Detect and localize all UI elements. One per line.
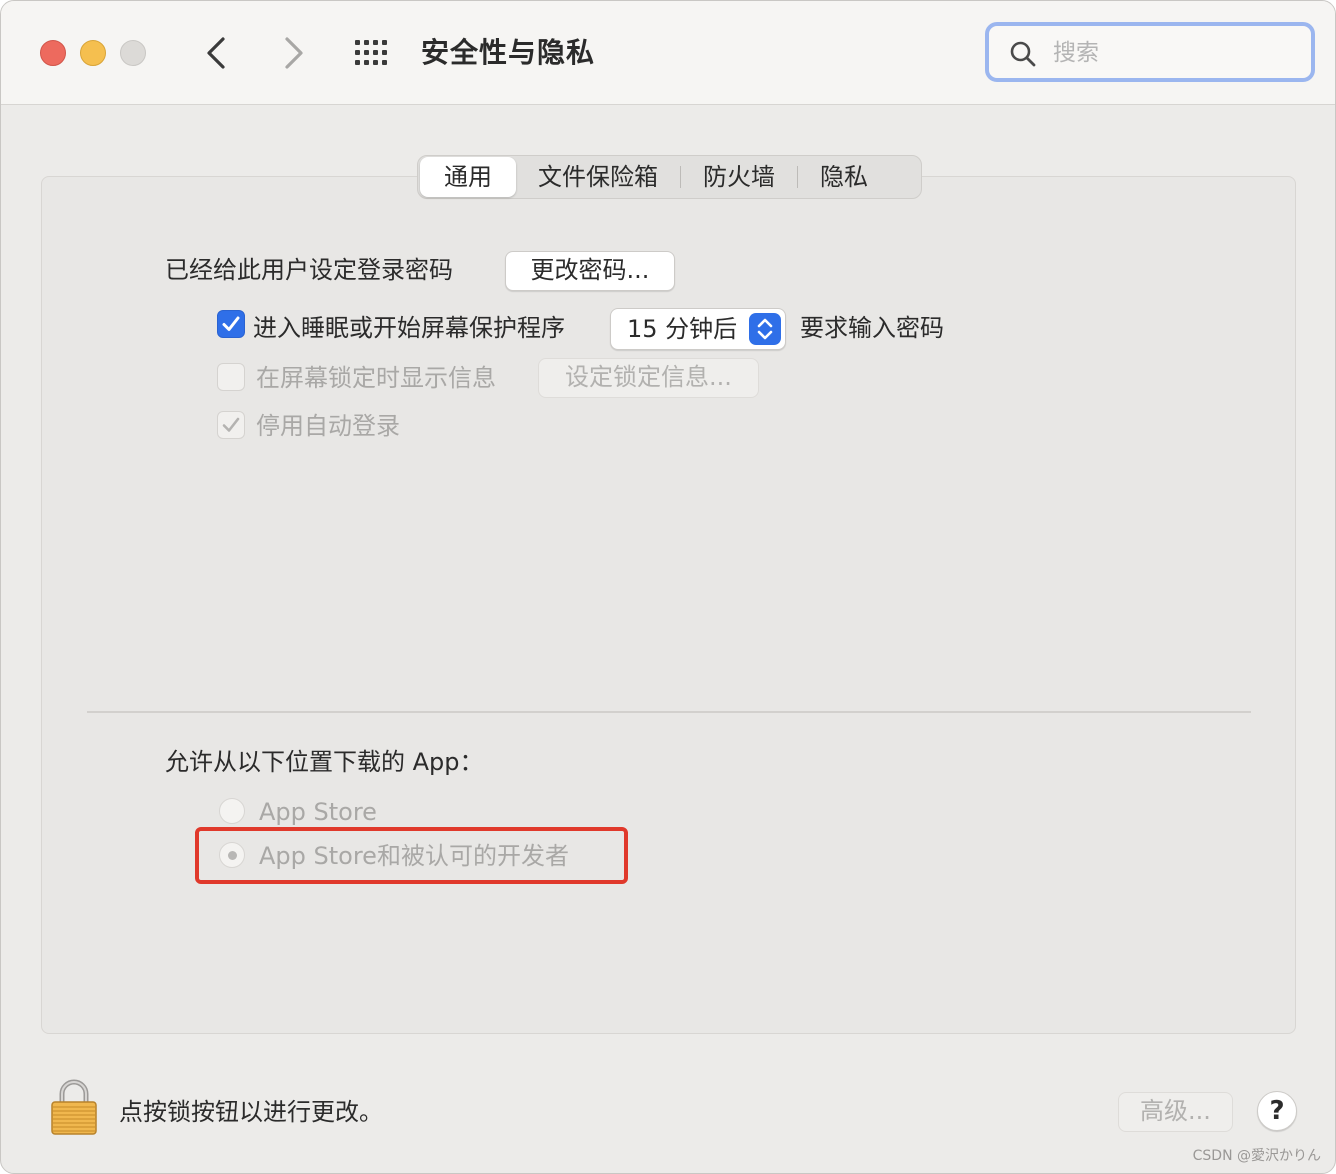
- require-password-suffix: 要求输入密码: [800, 314, 944, 342]
- search-field[interactable]: [985, 22, 1315, 82]
- require-password-checkbox[interactable]: [217, 310, 245, 338]
- require-password-label: 进入睡眠或开始屏幕保护程序: [253, 314, 565, 342]
- checkmark-icon: [222, 417, 240, 432]
- password-delay-select[interactable]: 15 分钟后: [610, 308, 786, 350]
- password-set-label: 已经给此用户设定登录密码: [165, 256, 453, 284]
- padlock-icon: [51, 1079, 97, 1135]
- chevron-left-icon: [207, 37, 225, 69]
- general-tab-panel: [41, 176, 1296, 1034]
- radio-app-store[interactable]: [219, 798, 245, 824]
- close-window-button[interactable]: [40, 40, 66, 66]
- grid-icon: [355, 40, 387, 65]
- minimize-window-button[interactable]: [80, 40, 106, 66]
- tab-firewall[interactable]: 防火墙: [681, 157, 797, 197]
- help-button[interactable]: ?: [1257, 1091, 1297, 1131]
- show-all-grid-button[interactable]: [353, 37, 393, 69]
- radio-app-store-label: App Store: [259, 798, 377, 826]
- watermark-text: CSDN @愛沢かりん: [1192, 1148, 1321, 1164]
- lock-message-checkbox[interactable]: [217, 363, 245, 391]
- tab-bar: 通用 文件保险箱 防火墙 隐私: [417, 155, 922, 199]
- tab-privacy[interactable]: 隐私: [798, 157, 890, 197]
- tab-general[interactable]: 通用: [420, 157, 516, 197]
- section-divider: [87, 711, 1251, 713]
- checkmark-icon: [222, 316, 240, 331]
- change-password-button[interactable]: 更改密码...: [505, 251, 675, 291]
- set-lock-message-button[interactable]: 设定锁定信息...: [538, 358, 759, 398]
- disable-auto-login-label: 停用自动登录: [256, 412, 400, 440]
- search-icon: [1010, 41, 1036, 67]
- allow-apps-heading: 允许从以下位置下载的 App：: [165, 748, 484, 776]
- disable-auto-login-checkbox[interactable]: [217, 411, 245, 439]
- search-input[interactable]: [1051, 34, 1295, 72]
- lock-message-label: 在屏幕锁定时显示信息: [256, 364, 496, 392]
- zoom-window-button[interactable]: [120, 40, 146, 66]
- forward-button[interactable]: [273, 31, 313, 75]
- password-delay-value: 15 分钟后: [627, 315, 738, 343]
- lock-button[interactable]: [49, 1076, 99, 1136]
- window-title: 安全性与隐私: [421, 36, 596, 69]
- tab-filevault[interactable]: 文件保险箱: [516, 157, 680, 197]
- back-button[interactable]: [197, 31, 237, 75]
- advanced-button[interactable]: 高级...: [1118, 1092, 1233, 1132]
- chevron-right-icon: [285, 37, 303, 69]
- title-bar: 安全性与隐私: [1, 1, 1335, 105]
- updown-arrows-icon: [749, 313, 781, 345]
- system-preferences-window: 安全性与隐私 通用 文件保险箱 防火墙 隐私 已经给此用户设定登录密码 更改密码…: [0, 0, 1336, 1174]
- annotation-highlight-box: [195, 827, 628, 884]
- lock-status-text: 点按锁按钮以进行更改。: [119, 1098, 383, 1126]
